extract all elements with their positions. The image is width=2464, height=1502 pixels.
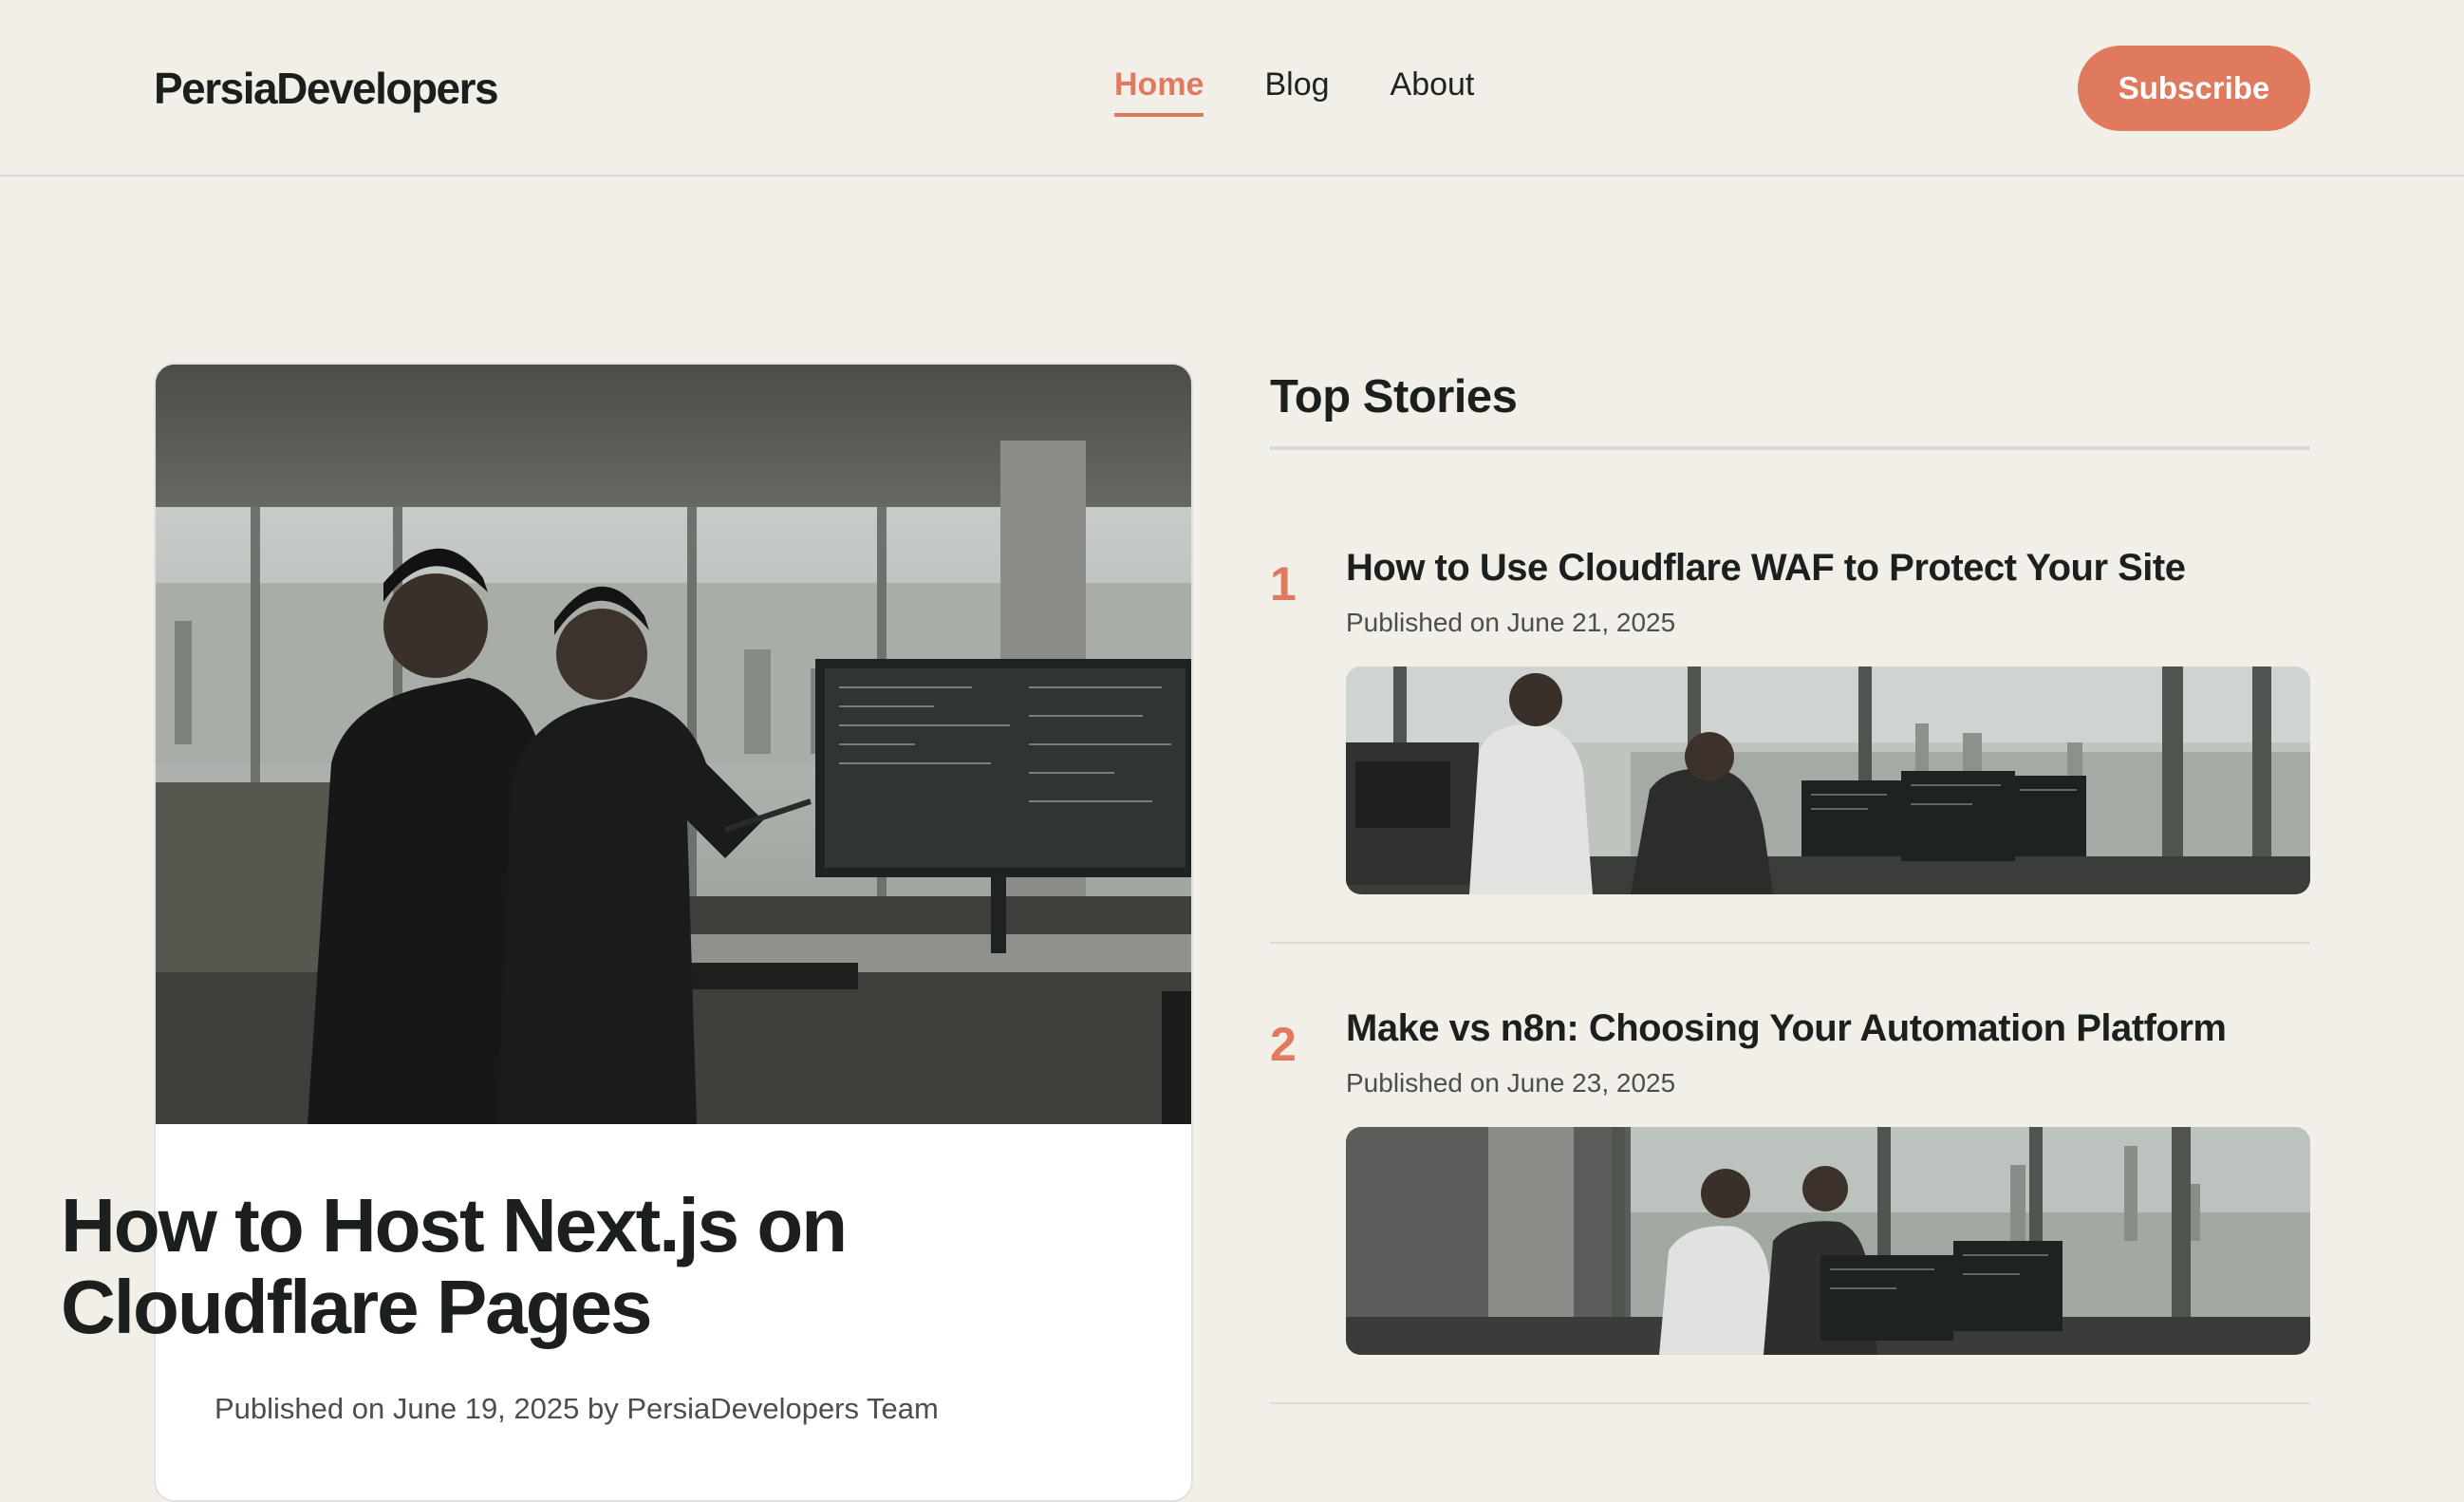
nav-about[interactable]: About: [1391, 66, 1475, 117]
nav-blog[interactable]: Blog: [1264, 66, 1329, 117]
story-image[interactable]: [1346, 667, 2310, 894]
story-title[interactable]: Make vs n8n: Choosing Your Automation Pl…: [1346, 1007, 2227, 1050]
story-divider: [1270, 1402, 2310, 1404]
featured-article-title[interactable]: How to Host Next.js on Cloudflare Pages: [61, 1185, 1010, 1348]
story-image[interactable]: [1346, 1127, 2310, 1355]
top-stories-divider: [1270, 446, 2310, 450]
featured-article-image[interactable]: [156, 365, 1193, 1124]
story-divider: [1270, 942, 2310, 944]
main-nav: Home Blog About: [1114, 66, 1474, 117]
story-rank: 2: [1270, 1018, 1297, 1071]
story-rank: 1: [1270, 557, 1297, 610]
nav-home[interactable]: Home: [1114, 66, 1204, 117]
top-stories-heading: Top Stories: [1270, 371, 1518, 422]
site-header: PersiaDevelopers Home Blog About Subscri…: [0, 0, 2464, 177]
story-meta: Published on June 23, 2025: [1346, 1068, 1676, 1098]
story-meta: Published on June 21, 2025: [1346, 608, 1676, 637]
site-logo[interactable]: PersiaDevelopers: [154, 63, 499, 114]
story-title[interactable]: How to Use Cloudflare WAF to Protect You…: [1346, 547, 2186, 590]
featured-article-meta: Published on June 19, 2025 by PersiaDeve…: [215, 1392, 939, 1425]
subscribe-button[interactable]: Subscribe: [2078, 46, 2310, 131]
